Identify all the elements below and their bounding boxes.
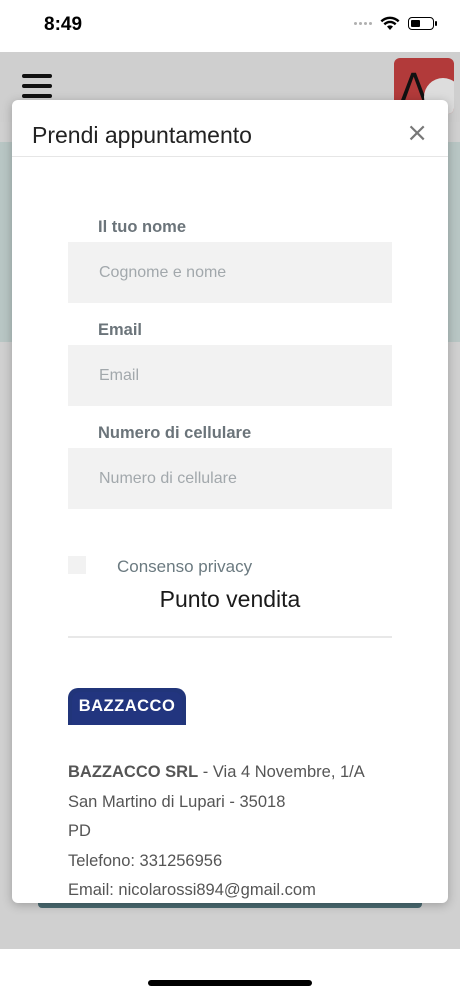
status-time: 8:49	[44, 14, 83, 35]
home-indicator[interactable]	[148, 980, 312, 986]
store-street: - Via 4 Novembre, 1/A	[198, 763, 365, 781]
phone-label: Numero di cellulare	[98, 424, 252, 442]
cellular-signal-icon	[354, 22, 372, 25]
close-button[interactable]: ×	[406, 120, 428, 146]
store-email[interactable]: Email: nicolarossi894@gmail.com	[68, 876, 428, 903]
store-company-name: BAZZACCO SRL	[68, 763, 199, 781]
phone-input[interactable]	[68, 448, 392, 509]
battery-level	[411, 20, 420, 27]
store-province: PD	[68, 822, 91, 840]
store-address-line: BAZZACCO SRL - Via 4 Novembre, 1/A	[68, 758, 428, 788]
name-label: Il tuo nome	[98, 218, 186, 236]
name-input[interactable]	[68, 242, 392, 303]
modal-header: Prendi appuntamento ×	[12, 100, 448, 157]
store-city: San Martino di Lupari - 35018	[68, 792, 286, 811]
store-section-title: Punto vendita	[159, 586, 301, 612]
privacy-consent-label: Consenso privacy	[117, 557, 253, 576]
battery-icon	[408, 17, 437, 30]
appointment-modal: Prendi appuntamento × Il tuo nome Email …	[12, 100, 448, 903]
store-info: BAZZACCO SRL - Via 4 Novembre, 1/A San M…	[68, 758, 428, 903]
email-label: Email	[98, 321, 143, 339]
store-logo: BAZZACCO	[68, 688, 186, 725]
email-input[interactable]	[68, 345, 392, 406]
privacy-checkbox[interactable]	[68, 556, 86, 574]
store-logo-text: BAZZACCO	[78, 697, 176, 715]
modal-title: Prendi appuntamento	[32, 122, 252, 148]
section-divider	[68, 636, 392, 638]
store-phone[interactable]: Telefono: 331256956	[68, 847, 428, 877]
status-bar: 8:49	[0, 0, 460, 52]
status-icons	[354, 16, 437, 31]
wifi-icon	[380, 16, 400, 30]
